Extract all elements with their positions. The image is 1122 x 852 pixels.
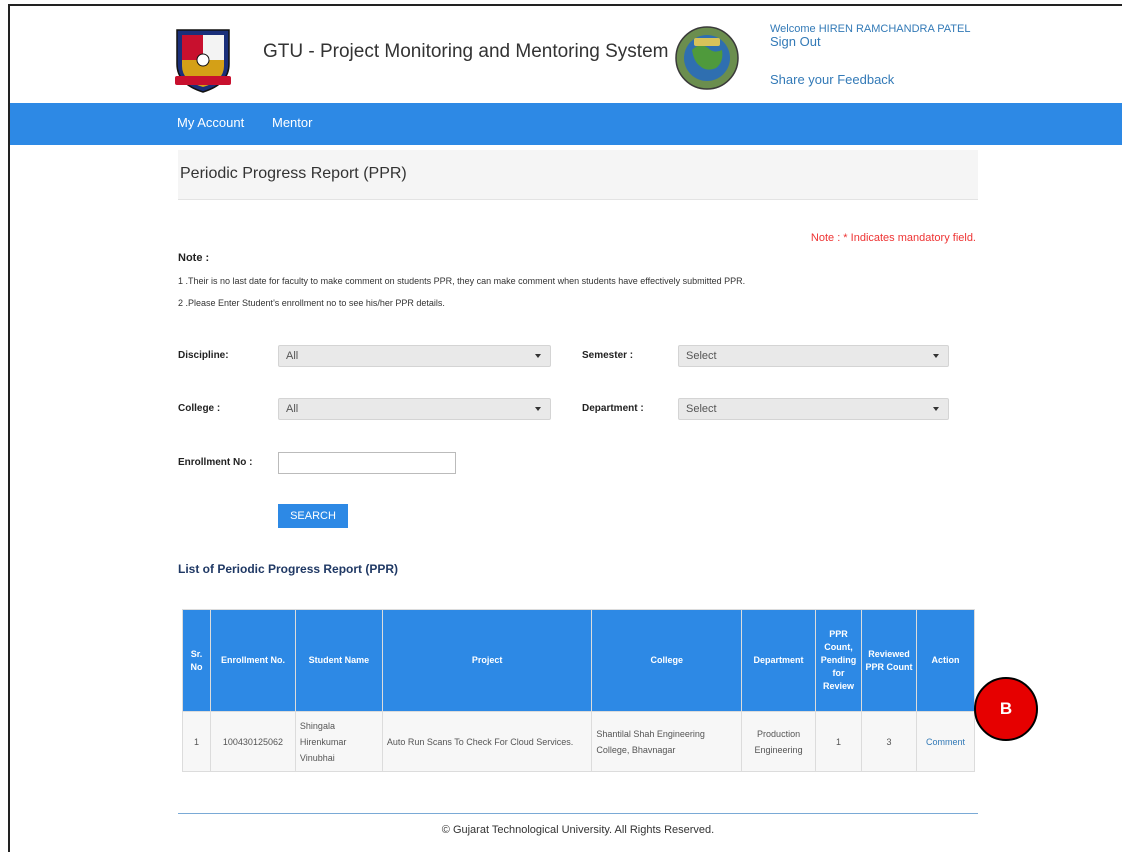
globe-logo-icon (675, 26, 739, 90)
search-button[interactable]: SEARCH (278, 504, 348, 528)
main-navbar: My Account Mentor (10, 103, 1122, 145)
col-action: Action (915, 609, 976, 712)
cell-enrollment: 100430125062 (209, 711, 296, 772)
chevron-down-icon (535, 407, 541, 411)
col-sr-no: Sr. No (182, 609, 211, 712)
college-select[interactable]: All (278, 398, 551, 420)
nav-mentor[interactable]: Mentor (272, 115, 312, 130)
col-student-name: Student Name (294, 609, 383, 712)
college-label: College : (178, 403, 221, 414)
col-enrollment: Enrollment No. (209, 609, 296, 712)
list-title: List of Periodic Progress Report (PPR) (178, 562, 399, 576)
department-label: Department : (582, 403, 644, 414)
header: GTU - Project Monitoring and Mentoring S… (10, 6, 1122, 103)
cell-student-name: Shingala Hirenkumar Vinubhai (294, 711, 383, 772)
cell-project: Auto Run Scans To Check For Cloud Servic… (381, 711, 593, 772)
cell-department: Production Engineering (741, 711, 817, 772)
table-header-row: Sr. No Enrollment No. Student Name Proje… (182, 609, 976, 712)
cell-pending-count: 1 (815, 711, 863, 772)
semester-label: Semester : (582, 350, 634, 361)
college-value: All (286, 403, 299, 415)
discipline-value: All (286, 350, 299, 362)
feedback-link[interactable]: Share your Feedback (770, 72, 894, 87)
col-project: Project (381, 609, 593, 712)
semester-value: Select (686, 350, 717, 362)
footer-text: © Gujarat Technological University. All … (441, 824, 715, 836)
col-department: Department (741, 609, 817, 712)
department-select[interactable]: Select (678, 398, 949, 420)
col-reviewed-count: Reviewed PPR Count (861, 609, 917, 712)
cell-sr-no: 1 (182, 711, 211, 772)
mandatory-note: Note : * Indicates mandatory field. (810, 232, 976, 244)
sign-out-link[interactable]: Sign Out (770, 34, 821, 49)
comment-link[interactable]: Comment (926, 737, 965, 747)
nav-my-account[interactable]: My Account (177, 115, 244, 130)
discipline-label: Discipline: (178, 350, 229, 361)
enrollment-input[interactable] (278, 452, 456, 474)
cell-college: Shantilal Shah Engineering College, Bhav… (591, 711, 743, 772)
note-line: 1 .Their is no last date for faculty to … (178, 276, 746, 286)
page-title: Periodic Progress Report (PPR) (180, 165, 407, 182)
gtu-logo-icon (175, 29, 231, 93)
enrollment-label: Enrollment No : (178, 457, 253, 468)
col-pending-count: PPR Count, Pending for Review (815, 609, 863, 712)
footer-divider (178, 813, 978, 814)
col-college: College (591, 609, 743, 712)
note-title: Note : (178, 252, 210, 264)
app-title: GTU - Project Monitoring and Mentoring S… (263, 41, 669, 62)
browser-frame: GTU - Project Monitoring and Mentoring S… (8, 4, 1122, 852)
semester-select[interactable]: Select (678, 345, 949, 367)
annotation-badge: B (974, 677, 1038, 741)
table-row: 1 100430125062 Shingala Hirenkumar Vinub… (182, 711, 976, 772)
chevron-down-icon (933, 407, 939, 411)
chevron-down-icon (933, 354, 939, 358)
ppr-table: Sr. No Enrollment No. Student Name Proje… (182, 609, 976, 772)
department-value: Select (686, 403, 717, 415)
note-line: 2 .Please Enter Student's enrollment no … (178, 298, 445, 308)
chevron-down-icon (535, 354, 541, 358)
cell-reviewed-count: 3 (861, 711, 917, 772)
page-heading-panel: Periodic Progress Report (PPR) (178, 150, 978, 200)
discipline-select[interactable]: All (278, 345, 551, 367)
cell-action: Comment (915, 711, 976, 772)
